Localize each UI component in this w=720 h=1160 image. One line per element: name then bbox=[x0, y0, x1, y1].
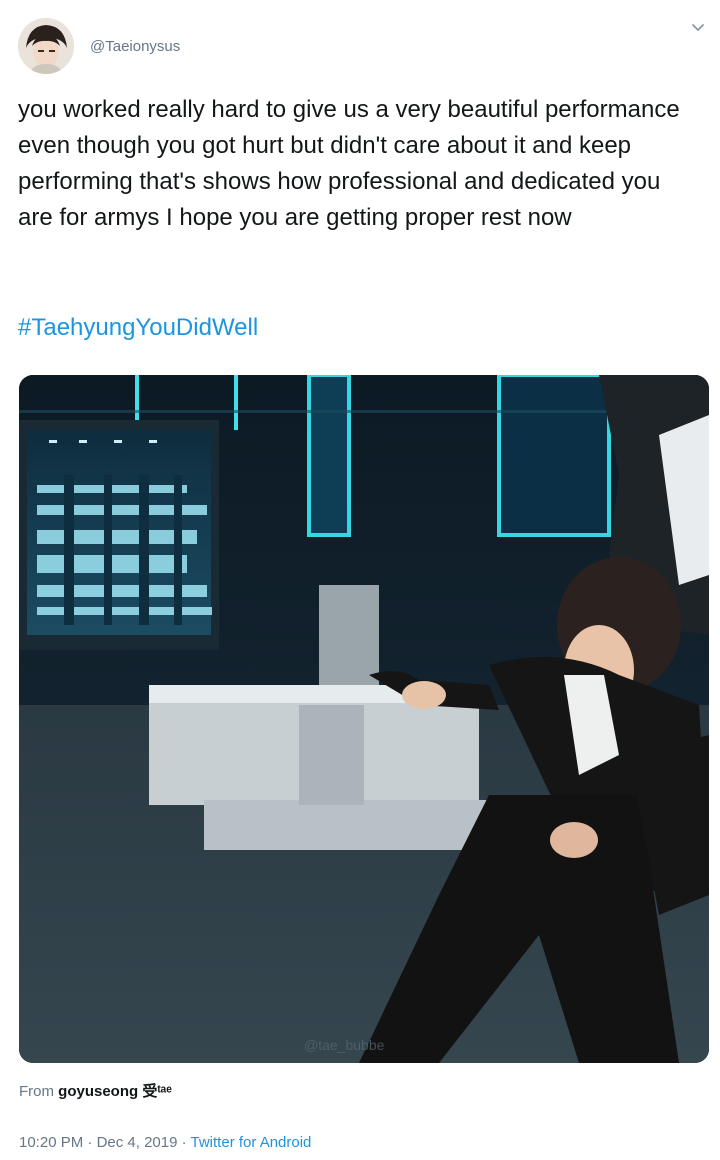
meta-separator: · bbox=[83, 1134, 97, 1151]
user-handle[interactable]: @Taeionysus bbox=[90, 38, 180, 55]
tweet-card: @Taeionysus you worked really hard to gi… bbox=[0, 0, 720, 1160]
tweet-date[interactable]: Dec 4, 2019 bbox=[97, 1134, 178, 1151]
tweet-client-link[interactable]: Twitter for Android bbox=[191, 1134, 312, 1151]
tweet-media-video[interactable]: @tae_bubbe bbox=[19, 375, 709, 1063]
chevron-down-icon[interactable] bbox=[688, 18, 708, 38]
video-frame: @tae_bubbe bbox=[19, 375, 709, 1063]
tweet-header: @Taeionysus bbox=[18, 16, 180, 76]
avatar-image bbox=[18, 18, 74, 74]
tweet-text: you worked really hard to give us a very… bbox=[18, 96, 680, 231]
source-user-link[interactable]: goyuseong 受ᵗᵃᵉ bbox=[58, 1083, 172, 1100]
from-prefix: From bbox=[19, 1083, 59, 1100]
tweet-time[interactable]: 10:20 PM bbox=[19, 1134, 83, 1151]
avatar[interactable] bbox=[18, 18, 74, 74]
media-watermark: @tae_bubbe bbox=[304, 1037, 385, 1053]
source-attribution: From goyuseong 受ᵗᵃᵉ bbox=[19, 1080, 172, 1101]
hashtag-link[interactable]: #TaehyungYouDidWell bbox=[18, 310, 258, 346]
meta-separator: · bbox=[177, 1134, 191, 1151]
tweet-metadata: 10:20 PM · Dec 4, 2019 · Twitter for And… bbox=[19, 1134, 311, 1151]
